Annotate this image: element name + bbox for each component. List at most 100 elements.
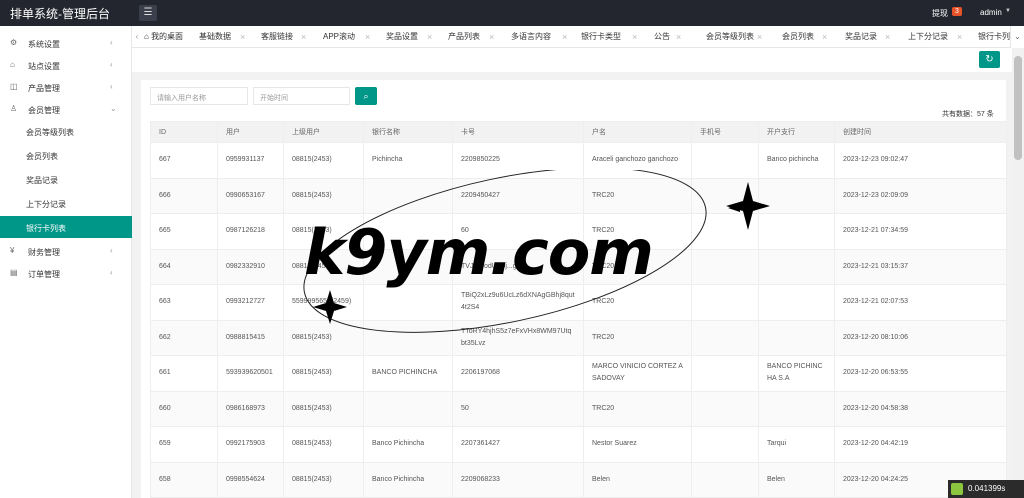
- column-header[interactable]: 创建时间: [834, 121, 1007, 143]
- table-row: 659 0992175903 08815(2453) Banco Pichincha 2…: [150, 426, 1007, 463]
- table-cell: 08815(2453): [283, 426, 364, 463]
- box-icon: ◫: [10, 82, 18, 91]
- render-timer: 0.041399s: [948, 480, 1024, 498]
- sidebar-sub-member-levels[interactable]: 会员等级列表: [0, 120, 132, 142]
- table-cell: Banco pichincha: [758, 142, 835, 179]
- column-header[interactable]: 手机号: [691, 121, 759, 143]
- tab-label: 会员列表: [782, 32, 814, 41]
- table-cell: 661: [150, 355, 218, 392]
- sidebar-item-system-settings[interactable]: ⚙ 系统设置 ‹: [0, 32, 132, 54]
- search-icon: ⌕: [363, 91, 369, 101]
- start-time-input[interactable]: 开始时间: [253, 87, 350, 105]
- tab-prize-settings[interactable]: 奖品设置 ×: [386, 26, 432, 48]
- table-cell: 662: [150, 319, 218, 356]
- tab-product-list[interactable]: 产品列表 ×: [448, 26, 494, 48]
- table-cell: 0959931137: [217, 142, 284, 179]
- table-cell: 2023-12-21 02:07:53: [834, 284, 1007, 321]
- close-icon[interactable]: ×: [885, 26, 890, 48]
- scrollbar-thumb[interactable]: [1014, 56, 1022, 160]
- order-icon: ▤: [10, 268, 18, 277]
- table-cell: Belen: [583, 461, 692, 498]
- tab-label: 银行卡类型: [581, 32, 621, 41]
- close-icon[interactable]: ×: [427, 26, 432, 48]
- table-cell: [691, 426, 759, 463]
- table-cell: 666: [150, 177, 218, 214]
- tab-app-scroll[interactable]: APP滚动 ×: [323, 26, 370, 48]
- sidebar-sub-score-records[interactable]: 上下分记录: [0, 192, 132, 214]
- column-header[interactable]: 银行名称: [363, 121, 453, 143]
- tab-score-records[interactable]: 上下分记录 ×: [908, 26, 962, 48]
- table-cell: 0982332910: [217, 248, 284, 285]
- tab-announcements[interactable]: 公告 ×: [654, 26, 681, 48]
- table-cell: 0998554624: [217, 461, 284, 498]
- sidebar-item-orders[interactable]: ▤ 订单管理 ‹: [0, 262, 132, 284]
- search-button[interactable]: ⌕: [355, 87, 377, 105]
- sidebar-item-label: 系统设置: [28, 40, 60, 49]
- table-cell: 2023-12-20 04:58:38: [834, 390, 1007, 427]
- sidebar-item-product-management[interactable]: ◫ 产品管理 ‹: [0, 76, 132, 98]
- tab-label: 多语言内容: [511, 32, 551, 41]
- chevron-down-icon: ⌄: [110, 104, 117, 113]
- column-header[interactable]: 上级用户: [283, 121, 364, 143]
- tab-label: 上下分记录: [908, 32, 948, 41]
- tab-label: 客服链接: [261, 32, 293, 41]
- close-icon[interactable]: ×: [365, 26, 370, 48]
- sidebar-item-label: 上下分记录: [26, 200, 66, 209]
- column-header[interactable]: 用户: [217, 121, 284, 143]
- menu-icon[interactable]: ☰: [139, 5, 157, 21]
- table-cell: BANCO PICHINCHA S.A: [758, 355, 835, 392]
- tab-label: 会员等级列表: [706, 32, 754, 41]
- close-icon[interactable]: ×: [957, 26, 962, 48]
- table-cell: MARCO VINICIO CORTEZ ASADOVAY: [583, 355, 692, 392]
- username-input[interactable]: 请输入用户名称: [150, 87, 248, 105]
- table-cell: 2023-12-21 03:15:37: [834, 248, 1007, 285]
- sidebar-item-site-settings[interactable]: ⌂ 站点设置 ‹: [0, 54, 132, 76]
- table-cell: 50: [452, 390, 584, 427]
- sidebar-sub-prize-records[interactable]: 奖品记录: [0, 168, 132, 190]
- close-icon[interactable]: ×: [489, 26, 494, 48]
- sidebar-sub-member-list[interactable]: 会员列表: [0, 144, 132, 166]
- tab-desktop[interactable]: ⌂ 我的桌面: [144, 26, 183, 48]
- tab-multilang[interactable]: 多语言内容 ×: [511, 26, 567, 48]
- table-cell: 659: [150, 426, 218, 463]
- table-header-row: ID 用户 上级用户 银行名称 卡号 户名 手机号 开户支行 创建时间: [150, 121, 1007, 143]
- table-cell: 658: [150, 461, 218, 498]
- column-header[interactable]: 户名: [583, 121, 692, 143]
- chevron-left-icon[interactable]: ‹: [132, 26, 142, 48]
- user-menu[interactable]: admin: [980, 8, 1002, 17]
- chevron-down-icon[interactable]: ▼: [1005, 8, 1011, 14]
- tab-label: 奖品记录: [845, 32, 877, 41]
- close-icon[interactable]: ×: [676, 26, 681, 48]
- sidebar-item-finance[interactable]: ¥ 财务管理 ‹: [0, 240, 132, 262]
- table-cell: [363, 390, 453, 427]
- withdraw-link[interactable]: 提现: [932, 8, 948, 19]
- tab-service-links[interactable]: 客服链接 ×: [261, 26, 306, 48]
- tab-label: 产品列表: [448, 32, 480, 41]
- column-header[interactable]: 卡号: [452, 121, 584, 143]
- sidebar-sub-bank-cards[interactable]: 银行卡列表: [0, 216, 132, 238]
- table-cell: [691, 461, 759, 498]
- table-cell: 2023-12-23 02:09:09: [834, 177, 1007, 214]
- column-header[interactable]: ID: [150, 121, 218, 143]
- table-cell: [758, 319, 835, 356]
- tab-member-levels[interactable]: 会员等级列表 ×: [706, 26, 762, 48]
- sidebar-item-label: 会员列表: [26, 152, 58, 161]
- close-icon[interactable]: ×: [562, 26, 567, 48]
- close-icon[interactable]: ×: [301, 26, 306, 48]
- tab-bank-card-types[interactable]: 银行卡类型 ×: [581, 26, 637, 48]
- close-icon[interactable]: ×: [240, 26, 245, 48]
- refresh-icon[interactable]: ↻: [979, 51, 1000, 68]
- sidebar-item-member-management[interactable]: ♙ 会员管理 ⌄: [0, 98, 132, 120]
- close-icon[interactable]: ×: [822, 26, 827, 48]
- tab-prize-records[interactable]: 奖品记录 ×: [845, 26, 890, 48]
- column-header[interactable]: 开户支行: [758, 121, 835, 143]
- chevron-down-icon[interactable]: ⌄: [1010, 26, 1024, 48]
- close-icon[interactable]: ×: [632, 26, 637, 48]
- tab-bank-card-list[interactable]: 银行卡列: [978, 26, 1010, 48]
- close-icon[interactable]: ×: [757, 26, 762, 48]
- table-cell: 665: [150, 213, 218, 250]
- table-cell: 0988815415: [217, 319, 284, 356]
- tab-member-list[interactable]: 会员列表 ×: [782, 26, 827, 48]
- table-cell: 593939620501: [217, 355, 284, 392]
- tab-basic-data[interactable]: 基础数据 ×: [199, 26, 245, 48]
